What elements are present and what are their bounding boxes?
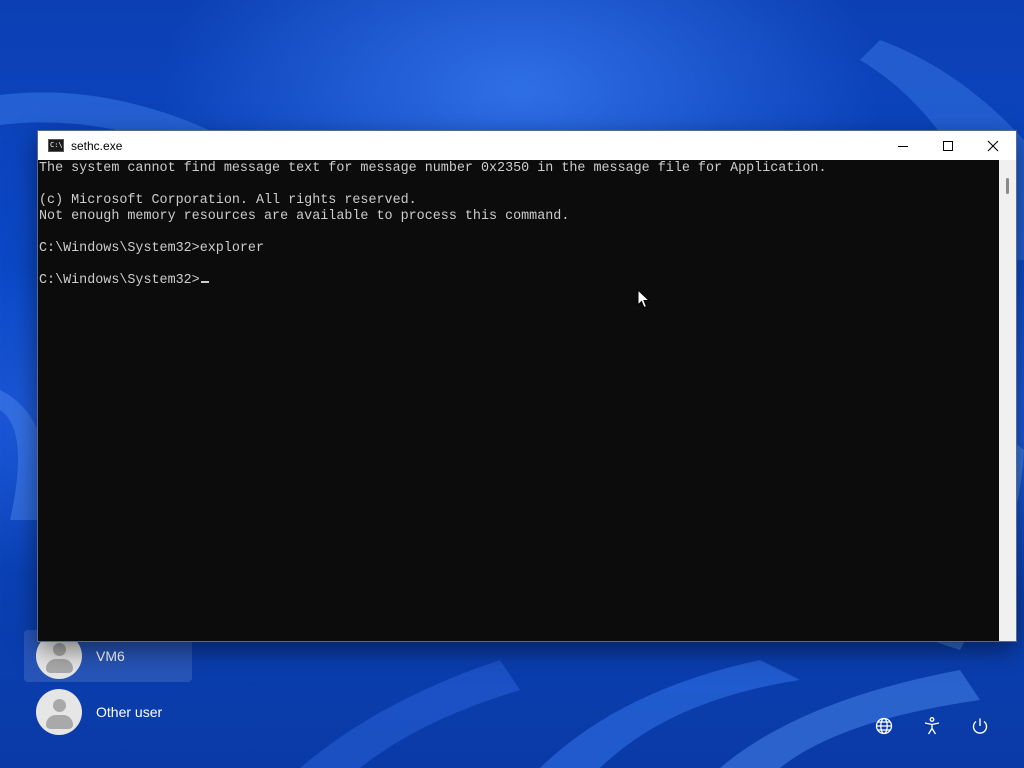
maximize-button[interactable] (925, 131, 971, 160)
minimize-button[interactable] (880, 131, 926, 160)
console-line: C:\Windows\System32>explorer (39, 241, 264, 256)
user-name: VM6 (96, 648, 125, 664)
text-cursor (200, 281, 209, 283)
console-line: Not enough memory resources are availabl… (39, 209, 570, 224)
close-button[interactable] (970, 131, 1016, 160)
console-window[interactable]: C:\ sethc.exe The system cannot find mes… (38, 131, 1016, 641)
minimize-icon (898, 145, 908, 147)
accessibility-icon[interactable] (920, 714, 944, 738)
maximize-icon (943, 140, 953, 151)
title-bar[interactable]: C:\ sethc.exe (38, 131, 1016, 160)
mouse-pointer-icon (637, 289, 651, 309)
console-prompt-line[interactable]: C:\Windows\System32> (39, 273, 209, 289)
console-line: (c) Microsoft Corporation. All rights re… (39, 193, 417, 208)
user-avatar-icon (36, 689, 82, 735)
vertical-scrollbar[interactable] (999, 160, 1016, 641)
user-tile-other-user[interactable]: Other user (24, 686, 192, 738)
scrollbar-thumb[interactable] (1006, 178, 1009, 194)
console-line: The system cannot find message text for … (39, 161, 827, 176)
user-name: Other user (96, 704, 163, 720)
network-icon[interactable] (872, 714, 896, 738)
app-icon-glyph: C:\ (50, 141, 63, 149)
console-prompt: C:\Windows\System32> (39, 273, 200, 288)
close-icon (987, 140, 999, 151)
console-output[interactable]: The system cannot find message text for … (38, 160, 999, 641)
power-icon[interactable] (968, 714, 992, 738)
command-prompt-icon: C:\ (48, 139, 64, 152)
window-title: sethc.exe (71, 138, 123, 153)
